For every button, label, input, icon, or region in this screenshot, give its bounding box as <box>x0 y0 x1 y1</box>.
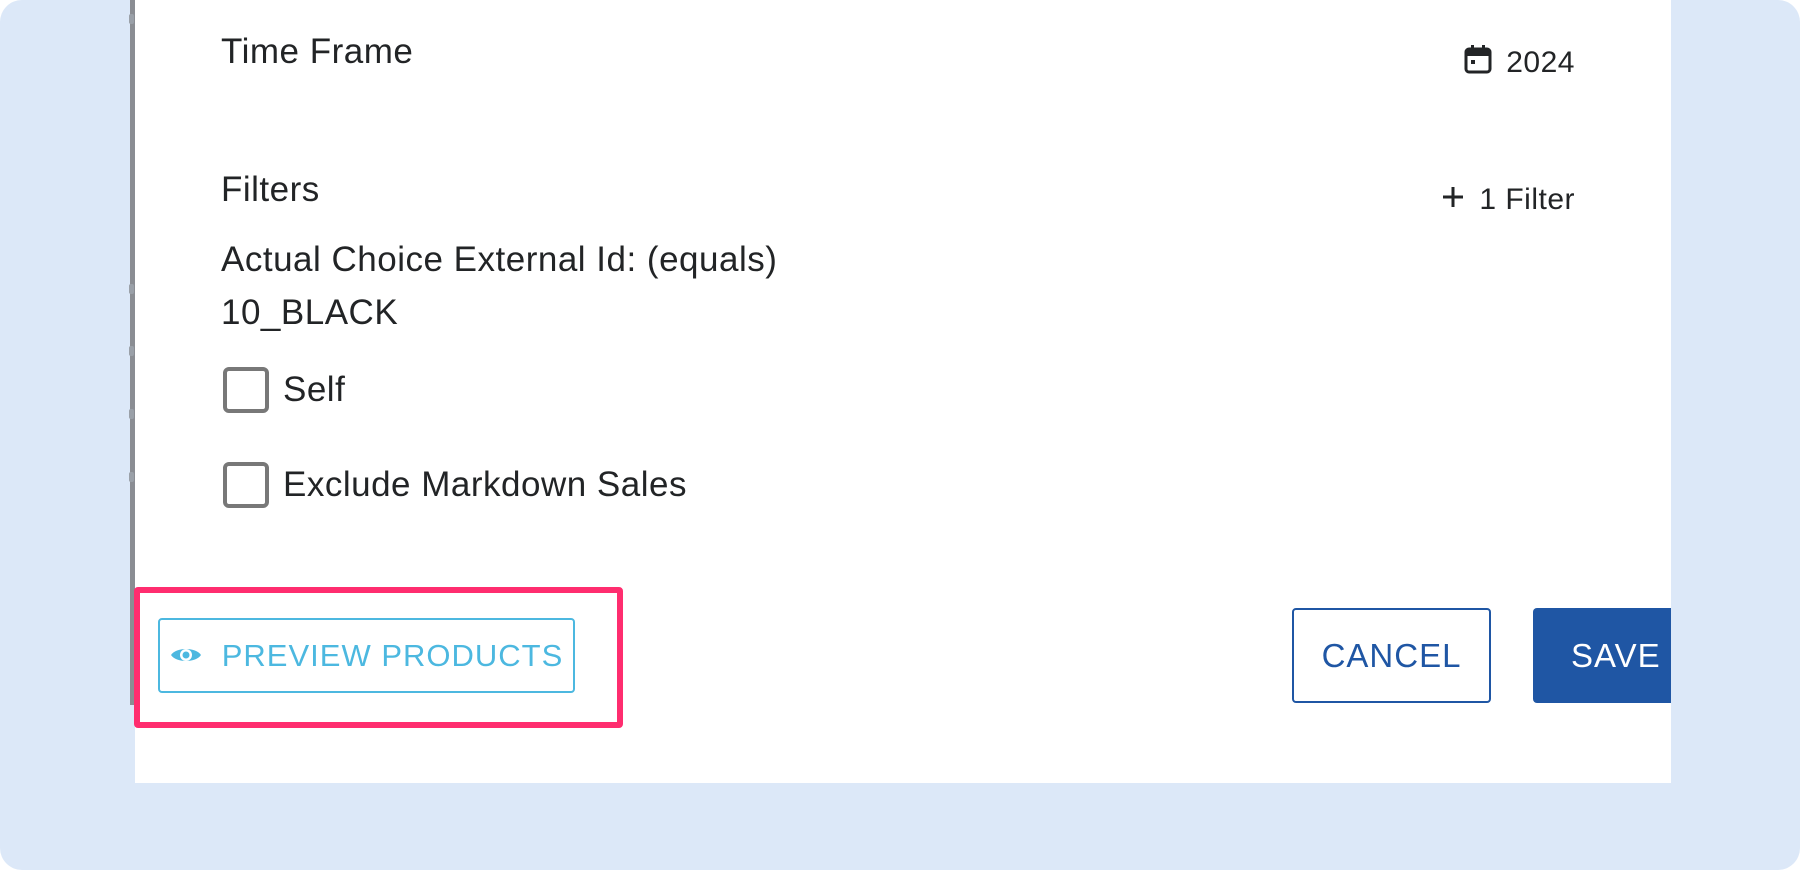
preview-products-button[interactable]: PREVIEW PRODUCTS <box>158 618 575 693</box>
filters-title: Filters <box>221 170 320 209</box>
exclude-markdown-checkbox[interactable] <box>223 462 269 508</box>
time-frame-selector[interactable]: 2024 <box>1464 44 1575 82</box>
filter-description: Actual Choice External Id: (equals) <box>221 240 778 279</box>
self-checkbox-row[interactable]: Self <box>223 367 345 413</box>
exclude-markdown-checkbox-row[interactable]: Exclude Markdown Sales <box>223 462 687 508</box>
preview-products-label: PREVIEW PRODUCTS <box>221 637 564 673</box>
self-checkbox[interactable] <box>223 367 269 413</box>
save-label: SAVE <box>1571 636 1661 674</box>
time-frame-title: Time Frame <box>221 32 414 71</box>
filter-value: 10_BLACK <box>221 293 399 332</box>
time-frame-value: 2024 <box>1506 46 1575 79</box>
add-filter-button[interactable]: 1 Filter <box>1441 183 1575 217</box>
self-checkbox-label: Self <box>283 370 346 409</box>
cancel-button[interactable]: CANCEL <box>1292 608 1491 703</box>
plus-icon <box>1441 183 1465 217</box>
calendar-icon <box>1464 44 1492 82</box>
cancel-label: CANCEL <box>1321 636 1462 674</box>
save-button[interactable]: SAVE <box>1533 608 1671 703</box>
screenshot-frame: Time Frame 2024 Filters 1 Filter Actual … <box>0 0 1800 870</box>
add-filter-label: 1 Filter <box>1479 183 1575 216</box>
dialog-clip: Time Frame 2024 Filters 1 Filter Actual … <box>135 0 1671 783</box>
edit-dialog: Time Frame 2024 Filters 1 Filter Actual … <box>135 0 1671 783</box>
eye-icon <box>170 638 202 674</box>
exclude-markdown-label: Exclude Markdown Sales <box>283 465 687 504</box>
